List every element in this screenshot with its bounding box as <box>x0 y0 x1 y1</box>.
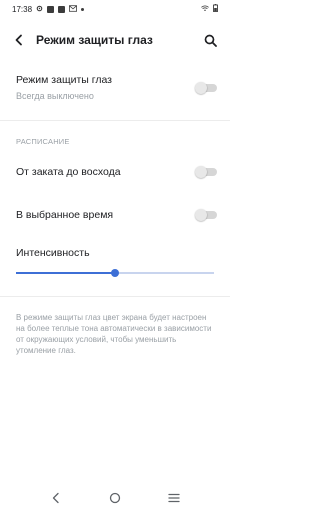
search-button[interactable] <box>194 24 226 56</box>
dot-icon <box>81 7 85 11</box>
page-title: Режим защиты глаз <box>36 33 153 47</box>
toggle-knob <box>195 82 207 94</box>
custom-time-label: В выбранное время <box>16 209 114 221</box>
app-bar: Режим защиты глаз <box>0 24 230 56</box>
eye-protection-row[interactable]: Режим защиты глаз Всегда выключено <box>0 68 230 108</box>
intensity-slider[interactable] <box>16 268 214 277</box>
back-arrow-icon <box>15 34 22 46</box>
schedule-section-header: РАСПИСАНИЕ <box>16 137 70 146</box>
gmail-icon <box>69 4 78 14</box>
status-left: 17:38 <box>12 4 85 14</box>
wifi-icon <box>201 5 209 14</box>
nav-recents-icon <box>168 493 180 503</box>
gear-icon <box>36 5 43 14</box>
vk-icon <box>47 5 55 13</box>
intensity-slider-thumb[interactable] <box>111 268 119 277</box>
sunset-sunrise-toggle[interactable] <box>195 166 217 178</box>
status-bar: 17:38 <box>0 0 230 18</box>
nav-home-icon <box>109 492 121 504</box>
sunset-sunrise-label: От заката до восхода <box>16 166 121 178</box>
nav-home-button[interactable] <box>100 484 130 512</box>
eye-protection-status: Всегда выключено <box>16 91 94 101</box>
eye-protection-label: Режим защиты глаз <box>16 74 112 86</box>
custom-time-row[interactable]: В выбранное время <box>0 201 230 229</box>
navigation-bar <box>0 484 230 512</box>
intensity-label: Интенсивность <box>16 247 90 259</box>
status-right <box>201 4 218 14</box>
nav-recents-button[interactable] <box>159 484 189 512</box>
nav-back-icon <box>52 492 59 504</box>
nav-back-button[interactable] <box>41 484 71 512</box>
toggle-knob <box>195 166 207 178</box>
divider <box>0 120 230 121</box>
battery-icon <box>213 4 218 14</box>
search-icon <box>204 34 217 47</box>
description-text: В режиме защиты глаз цвет экрана будет н… <box>16 313 212 355</box>
divider <box>0 296 230 297</box>
app-icon <box>58 5 66 13</box>
custom-time-toggle[interactable] <box>195 209 217 221</box>
sunset-sunrise-row[interactable]: От заката до восхода <box>0 158 230 186</box>
toggle-knob <box>195 209 207 221</box>
status-time: 17:38 <box>12 4 33 14</box>
back-button[interactable] <box>2 24 36 56</box>
intensity-slider-fill <box>16 272 115 274</box>
eye-protection-toggle[interactable] <box>195 82 217 94</box>
